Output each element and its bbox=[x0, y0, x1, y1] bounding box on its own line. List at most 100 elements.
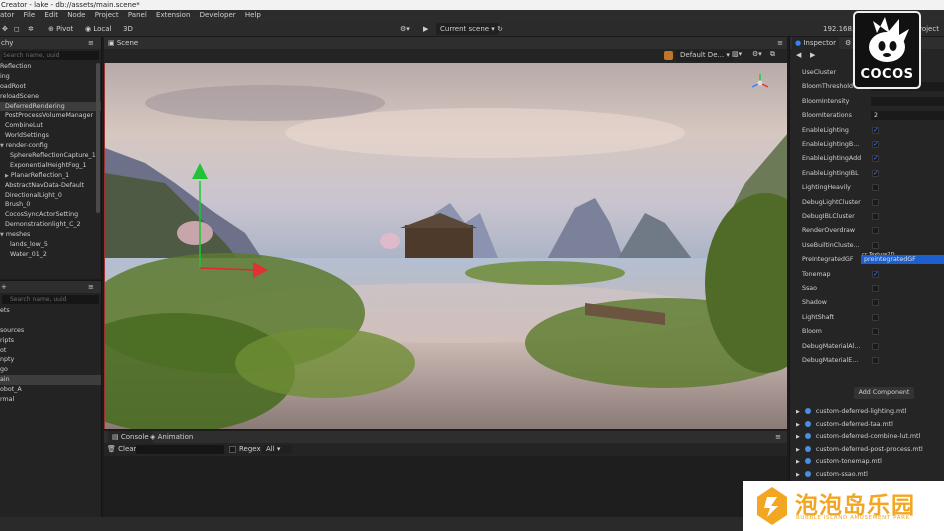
hierarchy-node[interactable]: DirectionalLight_0 bbox=[0, 191, 101, 201]
maximize-icon[interactable]: ⧉ bbox=[770, 50, 775, 59]
material-item[interactable]: ▶ custom-deferred-post-process.mtl bbox=[796, 444, 923, 456]
hierarchy-node[interactable]: Brush_0 bbox=[0, 200, 101, 210]
transform-tool-icon[interactable]: ✲ bbox=[28, 23, 34, 35]
asset-field[interactable]: preintegratedGF bbox=[861, 255, 944, 265]
rect-tool-icon[interactable]: ◻ bbox=[14, 23, 20, 35]
menu-edit[interactable]: Edit bbox=[44, 11, 58, 19]
hierarchy-node[interactable]: AbstractNavData-Default bbox=[0, 181, 101, 191]
property-checkbox[interactable] bbox=[872, 184, 879, 192]
hierarchy-scrollbar[interactable] bbox=[96, 63, 100, 213]
expand-right-icon[interactable]: ▶ bbox=[5, 173, 9, 179]
property-checkbox[interactable] bbox=[872, 285, 879, 292]
property-checkbox[interactable] bbox=[872, 227, 879, 235]
asset-item[interactable]: go bbox=[0, 365, 101, 375]
property-checkbox[interactable] bbox=[872, 213, 879, 220]
camera-icon[interactable] bbox=[664, 51, 673, 60]
property-number-input[interactable] bbox=[871, 96, 944, 106]
property-checkbox[interactable] bbox=[872, 299, 879, 307]
refresh-icon[interactable]: ↻ bbox=[497, 23, 503, 35]
add-component-button[interactable]: Add Component bbox=[854, 387, 914, 399]
hierarchy-node[interactable]: reloadScene bbox=[0, 92, 101, 102]
clear-button[interactable]: 🗑 Clear bbox=[107, 443, 136, 456]
log-level-dropdown[interactable]: All ▾ bbox=[262, 445, 292, 454]
property-checkbox[interactable] bbox=[872, 357, 879, 364]
hierarchy-node[interactable]: ExponentialHeightFog_1 bbox=[0, 161, 101, 171]
menu-help[interactable]: Help bbox=[245, 11, 261, 19]
menu-extension[interactable]: Extension bbox=[156, 11, 190, 19]
expand-right-icon[interactable]: ▶ bbox=[796, 447, 800, 453]
property-checkbox[interactable] bbox=[872, 125, 879, 136]
preview-platform-icon[interactable]: ⚙▾ bbox=[400, 23, 410, 35]
asset-item[interactable]: ets bbox=[0, 306, 101, 316]
expand-down-icon[interactable]: ▼ bbox=[0, 232, 4, 238]
property-checkbox[interactable] bbox=[872, 153, 879, 164]
asset-item[interactable]: obot_A bbox=[0, 385, 101, 395]
hierarchy-node[interactable]: SphereReflectionCapture_1 bbox=[0, 151, 101, 161]
3d-toggle-button[interactable]: 3D bbox=[123, 23, 133, 35]
asset-item[interactable]: rmal bbox=[0, 395, 101, 405]
property-checkbox[interactable] bbox=[872, 328, 879, 336]
property-number-input[interactable]: 2 bbox=[871, 111, 944, 121]
hierarchy-node[interactable]: WorldSettings bbox=[0, 131, 101, 141]
expand-right-icon[interactable]: ▶ bbox=[796, 472, 800, 478]
property-checkbox[interactable] bbox=[872, 139, 879, 150]
menu-node[interactable]: Node bbox=[67, 11, 85, 19]
expand-right-icon[interactable]: ▶ bbox=[796, 434, 800, 440]
hierarchy-node[interactable]: CocosSyncActorSetting bbox=[0, 210, 101, 220]
expand-down-icon[interactable]: ▼ bbox=[0, 143, 4, 149]
property-checkbox[interactable] bbox=[872, 198, 879, 206]
panel-menu-icon[interactable]: ≡ bbox=[777, 37, 783, 49]
material-item[interactable]: ▶ custom-deferred-combine-lut.mtl bbox=[796, 431, 920, 443]
hierarchy-node[interactable]: oadRoot bbox=[0, 82, 101, 92]
camera-select-dropdown[interactable]: Default De... ▾ bbox=[676, 50, 734, 61]
menu-file[interactable]: File bbox=[23, 11, 35, 19]
asset-item[interactable]: npty bbox=[0, 355, 101, 365]
material-item[interactable]: ▶ custom-tonemap.mtl bbox=[796, 456, 882, 468]
hierarchy-search-input[interactable]: Search name, uuid bbox=[2, 51, 99, 60]
property-checkbox[interactable] bbox=[872, 168, 879, 179]
local-button[interactable]: ◉ Local bbox=[85, 23, 112, 35]
hierarchy-node[interactable]: PostProcessVolumeManager bbox=[0, 111, 101, 121]
property-checkbox[interactable] bbox=[872, 313, 879, 321]
asset-item[interactable]: ot bbox=[0, 346, 101, 356]
back-icon[interactable]: ◀ bbox=[796, 51, 801, 59]
hierarchy-node[interactable]: Demonstrationlight_C_2 bbox=[0, 220, 101, 230]
property-checkbox[interactable] bbox=[872, 269, 879, 280]
regex-checkbox[interactable] bbox=[229, 446, 236, 453]
move-tool-icon[interactable]: ✥ bbox=[2, 23, 8, 35]
hierarchy-node[interactable]: CombineLut bbox=[0, 121, 101, 131]
menu-developer[interactable]: Developer bbox=[200, 11, 236, 19]
expand-right-icon[interactable]: ▶ bbox=[796, 422, 800, 428]
animation-tab[interactable]: ◈ Animation bbox=[146, 431, 197, 443]
add-asset-icon[interactable]: + bbox=[1, 283, 7, 291]
asset-item[interactable] bbox=[0, 316, 101, 326]
hierarchy-node[interactable]: ▼ render-config bbox=[0, 141, 101, 151]
pivot-button[interactable]: ⊕ Pivot bbox=[48, 23, 73, 35]
panel-menu-icon[interactable]: ≡ bbox=[88, 281, 94, 293]
image-icon[interactable]: ▨▾ bbox=[732, 50, 742, 58]
menu-panel[interactable]: Panel bbox=[128, 11, 147, 19]
property-checkbox[interactable] bbox=[872, 241, 879, 249]
hierarchy-node[interactable]: Water_01_2 bbox=[0, 250, 101, 260]
asset-item[interactable]: ain bbox=[0, 375, 101, 386]
scene-viewport[interactable] bbox=[104, 63, 787, 429]
panel-menu-icon[interactable]: ≡ bbox=[775, 431, 781, 443]
menu-project[interactable]: Project bbox=[95, 11, 119, 19]
hierarchy-node[interactable]: ▼ meshes bbox=[0, 230, 101, 240]
play-icon[interactable]: ▶ bbox=[423, 23, 428, 35]
material-item[interactable]: ▶ custom-deferred-lighting.mtl bbox=[796, 406, 906, 418]
scene-tab[interactable]: ▣ Scene bbox=[108, 39, 138, 47]
settings-icon[interactable]: ⚙▾ bbox=[752, 50, 762, 58]
hierarchy-node[interactable]: lands_low_5 bbox=[0, 240, 101, 250]
hierarchy-node[interactable]: ▶ PlanarReflection_1 bbox=[0, 171, 101, 181]
assets-search-input[interactable]: Search name, uuid bbox=[2, 295, 99, 304]
hierarchy-node[interactable]: ing bbox=[0, 72, 101, 82]
forward-icon[interactable]: ▶ bbox=[810, 51, 815, 59]
menu-app[interactable]: ator bbox=[0, 11, 14, 19]
expand-right-icon[interactable]: ▶ bbox=[796, 409, 800, 415]
scene-select-dropdown[interactable]: Current scene ▾ bbox=[436, 23, 499, 35]
asset-item[interactable]: sources bbox=[0, 326, 101, 336]
inspector-tab[interactable]: ● Inspector bbox=[792, 37, 839, 49]
asset-item[interactable]: ripts bbox=[0, 336, 101, 346]
expand-right-icon[interactable]: ▶ bbox=[796, 459, 800, 465]
